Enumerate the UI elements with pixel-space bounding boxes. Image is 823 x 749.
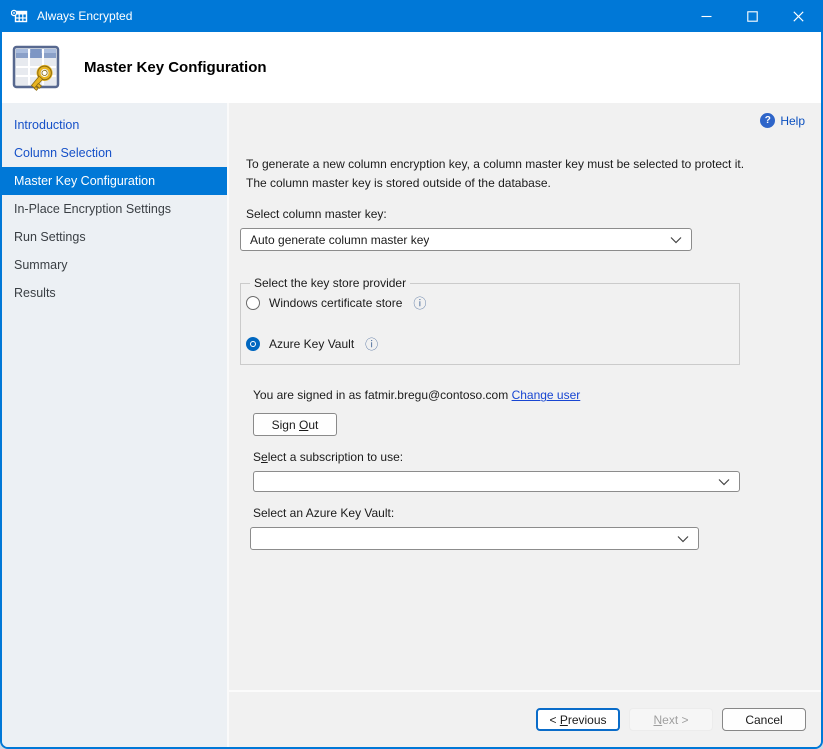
page-title: Master Key Configuration <box>84 59 267 76</box>
main-content: ? Help To generate a new column encrypti… <box>229 103 821 690</box>
maximize-button[interactable] <box>729 0 775 32</box>
window-controls <box>683 0 821 32</box>
wizard-header: Master Key Configuration <box>2 32 821 103</box>
always-encrypted-dialog: Always Encrypted <box>0 0 823 749</box>
page-description: To generate a new column encryption key,… <box>246 155 768 193</box>
master-key-value: Auto generate column master key <box>250 233 429 247</box>
help-icon: ? <box>760 113 775 128</box>
key-store-group-label: Select the key store provider <box>250 276 410 290</box>
chevron-down-icon <box>677 535 689 543</box>
radio-azure-key-vault[interactable]: Azure Key Vault ⓘ <box>246 337 729 351</box>
window-title: Always Encrypted <box>37 9 132 23</box>
change-user-link[interactable]: Change user <box>512 388 581 402</box>
minimize-icon <box>701 11 712 22</box>
wizard-nav: IntroductionColumn SelectionMaster Key C… <box>2 103 229 747</box>
maximize-icon <box>747 11 758 22</box>
master-key-label: Select column master key: <box>246 207 805 221</box>
info-icon[interactable]: ⓘ <box>413 297 426 310</box>
footer-bar: < Previous Next > Cancel <box>229 690 821 747</box>
signed-in-text: You are signed in as fatmir.bregu@contos… <box>253 388 508 402</box>
sidebar-item-run-settings[interactable]: Run Settings <box>2 223 227 251</box>
help-link[interactable]: Help <box>780 114 805 128</box>
cancel-button[interactable]: Cancel <box>722 708 806 731</box>
radio-windows-certificate-store[interactable]: Windows certificate store ⓘ <box>246 296 729 310</box>
radio-icon[interactable] <box>246 296 260 310</box>
master-key-dropdown[interactable]: Auto generate column master key <box>240 228 692 251</box>
azure-key-vault-section: You are signed in as fatmir.bregu@contos… <box>253 388 805 550</box>
sidebar-item-in-place-encryption-settings[interactable]: In-Place Encryption Settings <box>2 195 227 223</box>
vault-label: Select an Azure Key Vault: <box>253 506 805 520</box>
info-icon[interactable]: ⓘ <box>365 338 378 351</box>
radio-label: Azure Key Vault <box>269 337 354 351</box>
titlebar-left: Always Encrypted <box>2 9 683 24</box>
close-button[interactable] <box>775 0 821 32</box>
radio-icon[interactable] <box>246 337 260 351</box>
azure-key-vault-dropdown[interactable] <box>250 527 699 550</box>
chevron-down-icon <box>670 236 682 244</box>
close-icon <box>793 11 804 22</box>
sign-out-button[interactable]: Sign Out <box>253 413 337 436</box>
sidebar-item-master-key-configuration[interactable]: Master Key Configuration <box>2 167 227 195</box>
chevron-down-icon <box>718 478 730 486</box>
radio-label: Windows certificate store <box>269 296 402 310</box>
titlebar: Always Encrypted <box>2 0 821 32</box>
previous-button[interactable]: < Previous <box>536 708 620 731</box>
sidebar-item-summary[interactable]: Summary <box>2 251 227 279</box>
key-store-provider-group: Select the key store provider Windows ce… <box>240 276 740 365</box>
subscription-label: Select a subscription to use: <box>253 450 805 464</box>
next-button[interactable]: Next > <box>629 708 713 731</box>
sidebar-item-results[interactable]: Results <box>2 279 227 307</box>
subscription-dropdown[interactable] <box>253 471 740 492</box>
sidebar-item-introduction[interactable]: Introduction <box>2 111 227 139</box>
minimize-button[interactable] <box>683 0 729 32</box>
app-icon <box>11 9 28 24</box>
sidebar-item-column-selection[interactable]: Column Selection <box>2 139 227 167</box>
table-key-icon <box>12 43 60 93</box>
